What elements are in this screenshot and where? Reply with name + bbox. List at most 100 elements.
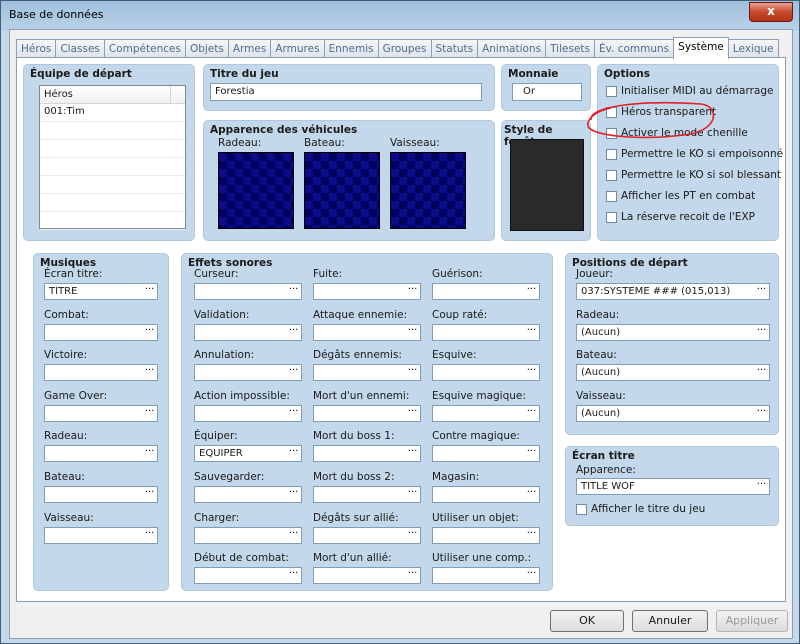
sound-col2-7-input[interactable]: ··· (313, 567, 421, 585)
music-field-1-input[interactable]: ··· (44, 323, 158, 341)
sound-col3-7-input[interactable]: ··· (432, 567, 540, 585)
position-field-0-input[interactable]: 037:SYSTEME ### (015,013) ··· (576, 283, 770, 300)
currency-input[interactable]: Or (512, 83, 582, 101)
checkbox-box[interactable] (606, 85, 617, 97)
vehicle-airship-sprite[interactable] (390, 152, 466, 229)
sound-col2-4-browse-button[interactable]: ··· (406, 447, 419, 460)
sound-col2-5-browse-button[interactable]: ··· (406, 488, 419, 501)
team-row[interactable] (40, 212, 185, 230)
tab-12[interactable]: Système (673, 37, 729, 59)
sound-col3-5-browse-button[interactable]: ··· (525, 488, 538, 501)
sound-col1-6-browse-button[interactable]: ··· (287, 528, 300, 542)
vehicle-boat-sprite[interactable] (304, 152, 380, 229)
sound-col1-1-input[interactable]: ··· (194, 323, 302, 341)
tab-6[interactable]: Ennemis (323, 39, 379, 58)
team-row[interactable] (40, 122, 185, 140)
sound-col3-0-input[interactable]: ··· (432, 283, 540, 300)
music-field-1-browse-button[interactable]: ··· (143, 325, 156, 339)
sound-col2-1-input[interactable]: ··· (313, 323, 421, 341)
checkbox-box[interactable] (576, 503, 587, 515)
music-field-5-input[interactable]: ··· (44, 486, 158, 503)
tab-9[interactable]: Animations (477, 39, 547, 58)
tab-11[interactable]: Év. communs (594, 39, 675, 58)
music-field-5-browse-button[interactable]: ··· (143, 488, 156, 501)
sound-col1-6-input[interactable]: ··· (194, 526, 302, 544)
sound-col1-3-input[interactable]: ··· (194, 404, 302, 422)
sound-col2-4-input[interactable]: ··· (313, 445, 421, 463)
tab-7[interactable]: Groupes (377, 39, 432, 58)
apply-button[interactable]: Appliquer (716, 610, 788, 632)
sound-col1-7-browse-button[interactable]: ··· (287, 569, 300, 582)
position-field-0-browse-button[interactable]: ··· (755, 285, 768, 298)
position-field-1-browse-button[interactable]: ··· (755, 325, 768, 339)
sound-col1-5-input[interactable]: ··· (194, 486, 302, 503)
sound-col2-2-browse-button[interactable]: ··· (406, 366, 419, 379)
sound-col1-5-browse-button[interactable]: ··· (287, 488, 300, 501)
sound-col3-5-input[interactable]: ··· (432, 486, 540, 503)
sound-col3-6-input[interactable]: ··· (432, 526, 540, 544)
sound-col3-2-input[interactable]: ··· (432, 364, 540, 382)
team-row[interactable]: 001:Tim (40, 104, 185, 122)
sound-col2-0-input[interactable]: ··· (313, 283, 421, 300)
music-field-2-input[interactable]: ··· (44, 364, 158, 382)
option-checkbox-3[interactable]: Permettre le KO si empoisonné (606, 148, 783, 160)
music-field-3-browse-button[interactable]: ··· (143, 406, 156, 420)
music-field-6-browse-button[interactable]: ··· (143, 528, 156, 542)
title-bar[interactable]: Base de données x (1, 1, 799, 29)
music-field-4-browse-button[interactable]: ··· (143, 447, 156, 460)
sound-col1-2-browse-button[interactable]: ··· (287, 366, 300, 379)
title-screen-input[interactable]: TITLE WOF ··· (576, 478, 770, 495)
position-field-2-browse-button[interactable]: ··· (755, 366, 768, 379)
sound-col3-4-input[interactable]: ··· (432, 445, 540, 463)
tab-5[interactable]: Armures (270, 39, 325, 58)
sound-col3-3-browse-button[interactable]: ··· (525, 406, 538, 420)
option-checkbox-5[interactable]: Afficher les PT en combat (606, 190, 755, 202)
checkbox-box[interactable] (606, 148, 617, 160)
sound-col3-0-browse-button[interactable]: ··· (525, 285, 538, 298)
sound-col3-4-browse-button[interactable]: ··· (525, 447, 538, 460)
list-header[interactable]: Héros (40, 86, 185, 104)
sound-col2-3-browse-button[interactable]: ··· (406, 406, 419, 420)
team-row[interactable] (40, 194, 185, 212)
music-field-4-input[interactable]: ··· (44, 445, 158, 463)
option-checkbox-4[interactable]: Permettre le KO si sol blessant (606, 169, 781, 181)
music-field-6-input[interactable]: ··· (44, 526, 158, 544)
position-field-3-browse-button[interactable]: ··· (755, 406, 768, 420)
music-field-0-browse-button[interactable]: ··· (143, 285, 156, 298)
tab-4[interactable]: Armes (227, 39, 272, 58)
team-row[interactable] (40, 158, 185, 176)
tab-13[interactable]: Lexique (727, 39, 779, 58)
checkbox-box[interactable] (606, 190, 617, 202)
start-team-list[interactable]: Héros 001:Tim (39, 85, 186, 230)
team-row[interactable] (40, 140, 185, 158)
sound-col3-1-browse-button[interactable]: ··· (525, 325, 538, 339)
sound-col3-7-browse-button[interactable]: ··· (525, 569, 538, 582)
game-title-input[interactable]: Forestia (210, 83, 482, 101)
cancel-button[interactable]: Annuler (632, 610, 708, 632)
tab-8[interactable]: Statuts (430, 39, 479, 58)
option-checkbox-6[interactable]: La réserve recoit de l'EXP (606, 211, 755, 223)
sound-col2-1-browse-button[interactable]: ··· (406, 325, 419, 339)
music-field-3-input[interactable]: ··· (44, 404, 158, 422)
sound-col1-3-browse-button[interactable]: ··· (287, 406, 300, 420)
close-button[interactable]: x (749, 2, 793, 22)
music-field-0-input[interactable]: TITRE ··· (44, 283, 158, 300)
checkbox-box[interactable] (606, 211, 617, 223)
checkbox-box[interactable] (606, 169, 617, 181)
tab-0[interactable]: Héros (16, 39, 57, 58)
vehicle-raft-sprite[interactable] (218, 152, 294, 229)
sound-col2-3-input[interactable]: ··· (313, 404, 421, 422)
sound-col1-1-browse-button[interactable]: ··· (287, 325, 300, 339)
sound-col2-0-browse-button[interactable]: ··· (406, 285, 419, 298)
show-title-checkbox[interactable]: Afficher le titre du jeu (576, 503, 705, 515)
sound-col3-3-input[interactable]: ··· (432, 404, 540, 422)
tab-2[interactable]: Compétences (103, 39, 186, 58)
music-field-2-browse-button[interactable]: ··· (143, 366, 156, 379)
sound-col2-6-input[interactable]: ··· (313, 526, 421, 544)
window-style-preview[interactable] (510, 139, 584, 231)
sound-col3-1-input[interactable]: ··· (432, 323, 540, 341)
tab-3[interactable]: Objets (184, 39, 229, 58)
option-checkbox-0[interactable]: Initialiser MIDI au démarrage (606, 85, 773, 97)
position-field-3-input[interactable]: (Aucun) ··· (576, 404, 770, 422)
tab-1[interactable]: Classes (55, 39, 105, 58)
